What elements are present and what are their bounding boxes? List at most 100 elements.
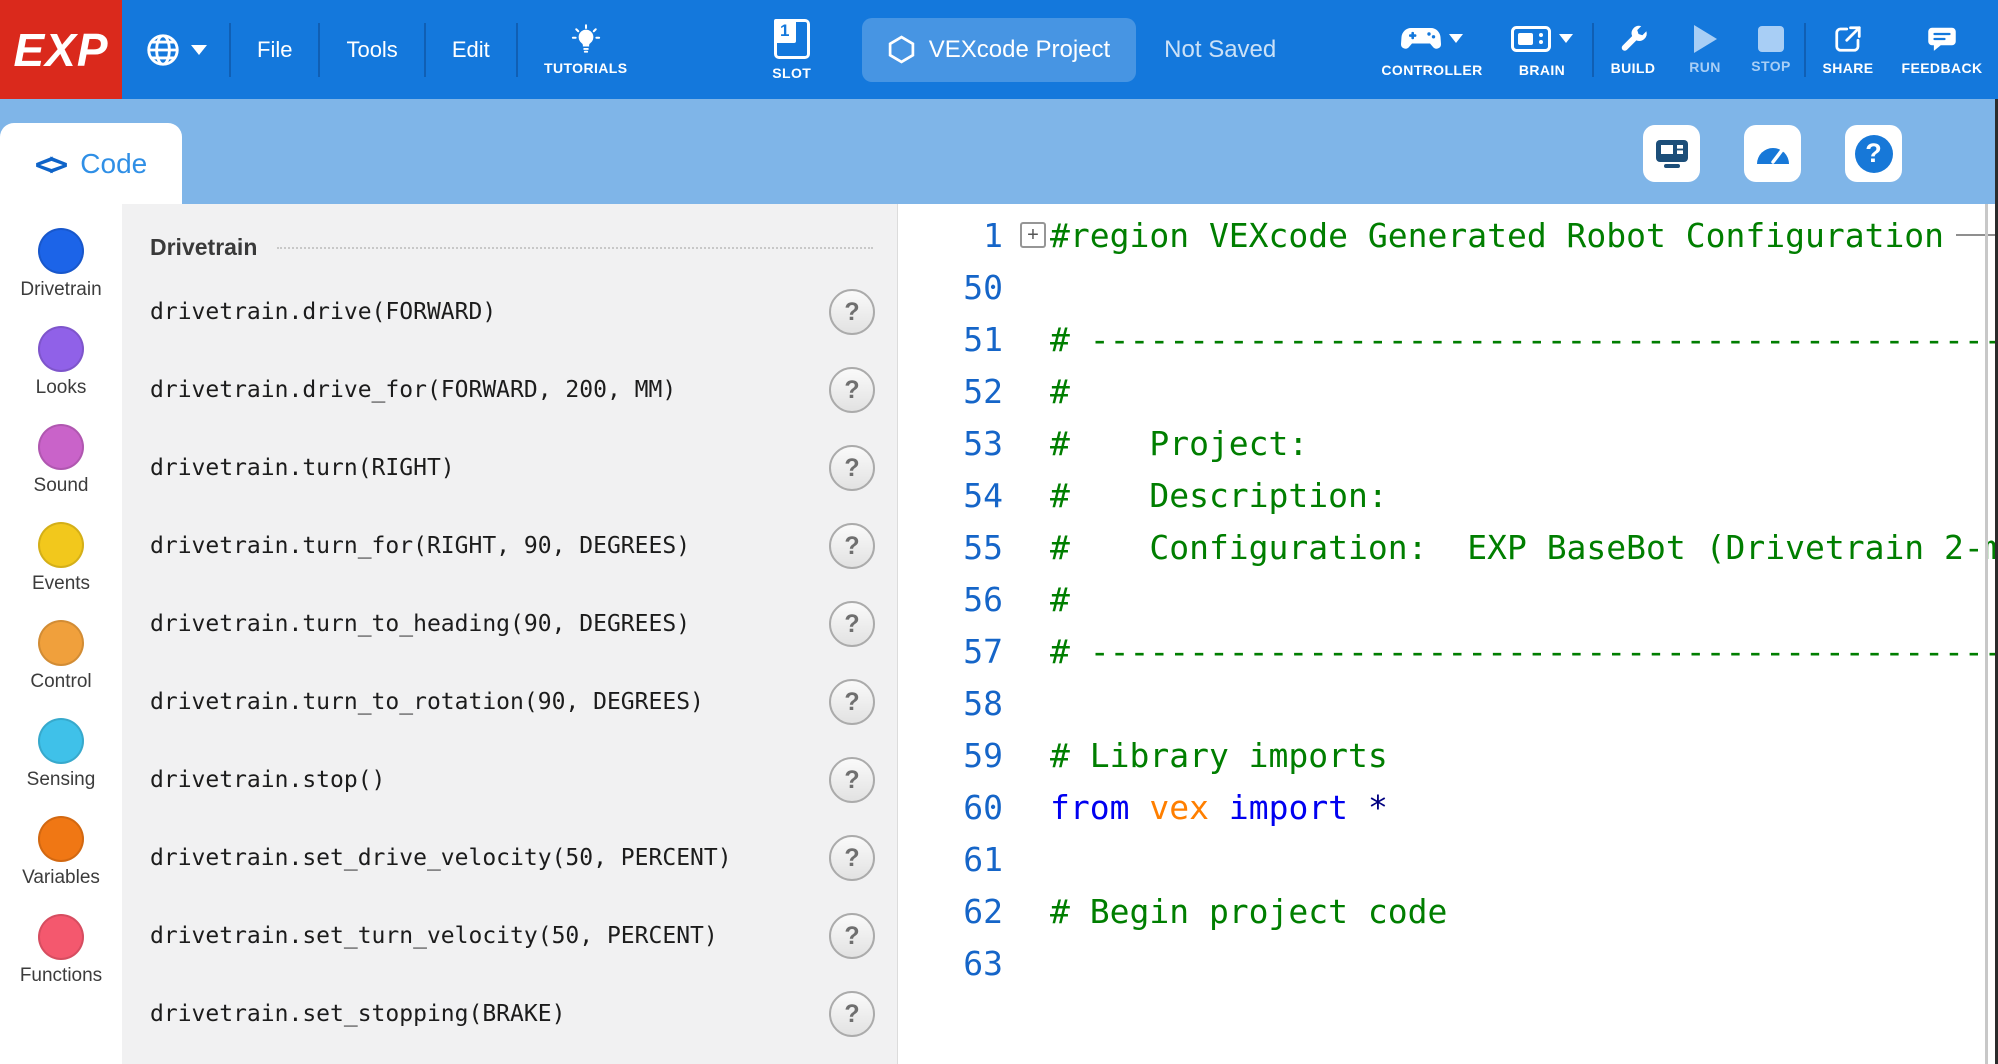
command-help-button[interactable]: ? (829, 679, 875, 725)
fold-expand-icon[interactable]: + (1020, 222, 1046, 248)
command-text[interactable]: drivetrain.turn(RIGHT) (150, 455, 829, 481)
command-row[interactable]: drivetrain.stop()? (150, 741, 897, 819)
category-sound[interactable]: Sound (34, 416, 89, 514)
category-icon-sensing[interactable] (38, 718, 84, 764)
command-text[interactable]: drivetrain.set_drive_velocity(50, PERCEN… (150, 845, 829, 871)
build-button[interactable]: BUILD (1594, 0, 1672, 99)
category-icon-drivetrain[interactable] (38, 228, 84, 274)
tutorials-button[interactable]: TUTORIALS (526, 0, 646, 99)
category-icon-control[interactable] (38, 620, 84, 666)
slot-button[interactable]: 1 SLOT (750, 0, 834, 99)
category-sensing[interactable]: Sensing (27, 710, 96, 808)
line-number: 61 (898, 840, 1003, 879)
command-help-button[interactable]: ? (829, 835, 875, 881)
command-row[interactable]: drivetrain.turn_for(RIGHT, 90, DEGREES)? (150, 507, 897, 585)
category-label: Looks (36, 377, 87, 399)
code-brackets-icon: <> (35, 145, 69, 183)
category-events[interactable]: Events (32, 514, 90, 612)
command-help-button[interactable]: ? (829, 367, 875, 413)
command-row[interactable]: drivetrain.drive(FORWARD)? (150, 273, 897, 351)
tab-code-label: Code (80, 148, 147, 180)
help-button[interactable]: ? (1845, 125, 1902, 182)
command-panel: Drivetrain drivetrain.drive(FORWARD)?dri… (122, 204, 898, 1064)
command-help-button[interactable]: ? (829, 601, 875, 647)
line-body: # Library imports (1050, 736, 1998, 775)
category-looks[interactable]: Looks (36, 318, 87, 416)
code-token: # Configuration: EXP BaseBot (Drivetrain… (1050, 528, 1998, 567)
monitor-button[interactable] (1744, 125, 1801, 182)
line-number: 57 (898, 632, 1003, 671)
brain-label: BRAIN (1519, 62, 1565, 78)
code-editor[interactable]: 1+#region VEXcode Generated Robot Config… (898, 204, 1998, 1064)
command-text[interactable]: drivetrain.set_turn_velocity(50, PERCENT… (150, 923, 829, 949)
project-name-button[interactable]: VEXcode Project (862, 18, 1136, 82)
command-row[interactable]: drivetrain.turn_to_rotation(90, DEGREES)… (150, 663, 897, 741)
exp-logo-text: EXP (13, 23, 108, 77)
command-row[interactable]: drivetrain.set_stopping(BRAKE)? (150, 975, 897, 1053)
command-row[interactable]: drivetrain.set_turn_velocity(50, PERCENT… (150, 897, 897, 975)
controller-dropdown[interactable]: CONTROLLER (1372, 0, 1492, 99)
command-text[interactable]: drivetrain.turn_for(RIGHT, 90, DEGREES) (150, 533, 829, 559)
category-variables[interactable]: Variables (22, 808, 100, 906)
category-drivetrain[interactable]: Drivetrain (20, 220, 101, 318)
brain-dropdown[interactable]: BRAIN (1492, 0, 1592, 99)
line-number: 58 (898, 684, 1003, 723)
share-label: SHARE (1822, 60, 1873, 76)
run-button[interactable]: RUN (1672, 0, 1738, 99)
tab-code[interactable]: <> Code (0, 123, 182, 204)
editor-scrollbar[interactable] (1985, 204, 1988, 1064)
category-functions[interactable]: Functions (20, 906, 102, 1004)
share-icon (1833, 24, 1863, 54)
category-icon-sound[interactable] (38, 424, 84, 470)
command-row[interactable]: drivetrain.drive_for(FORWARD, 200, MM)? (150, 351, 897, 429)
line-body: # Configuration: EXP BaseBot (Drivetrain… (1050, 528, 1998, 567)
command-category-header: Drivetrain (150, 234, 897, 261)
command-text[interactable]: drivetrain.stop() (150, 767, 829, 793)
category-icon-functions[interactable] (38, 914, 84, 960)
menu-tools[interactable]: Tools (320, 0, 423, 99)
device-info-button[interactable] (1643, 125, 1700, 182)
code-line: 63 (898, 937, 1998, 989)
share-button[interactable]: SHARE (1806, 0, 1890, 99)
line-number: 59 (898, 736, 1003, 775)
stop-label: STOP (1751, 58, 1790, 74)
command-text[interactable]: drivetrain.turn_to_heading(90, DEGREES) (150, 611, 829, 637)
category-icon-variables[interactable] (38, 816, 84, 862)
line-body: from vex import * (1050, 788, 1998, 827)
command-help-button[interactable]: ? (829, 757, 875, 803)
code-token: #region VEXcode Generated Robot Configur… (1050, 216, 1944, 255)
gauge-icon (1754, 139, 1792, 169)
category-icon-events[interactable] (38, 522, 84, 568)
chevron-down-icon (191, 45, 207, 55)
command-text[interactable]: drivetrain.set_stopping(BRAKE) (150, 1001, 829, 1027)
code-token: # (1050, 580, 1070, 619)
category-icon-looks[interactable] (38, 326, 84, 372)
editor-toolbar-buttons: ? (1643, 125, 1902, 182)
code-line: 55 # Configuration: EXP BaseBot (Drivetra… (898, 521, 1998, 573)
stop-button[interactable]: STOP (1738, 0, 1804, 99)
line-number: 56 (898, 580, 1003, 619)
code-line: 62# Begin project code (898, 885, 1998, 937)
command-text[interactable]: drivetrain.drive(FORWARD) (150, 299, 829, 325)
main-area: Drivetrain Looks SoundEventsControlSensing… (0, 204, 1998, 1064)
command-help-button[interactable]: ? (829, 991, 875, 1037)
command-help-button[interactable]: ? (829, 913, 875, 959)
command-row[interactable]: drivetrain.set_drive_velocity(50, PERCEN… (150, 819, 897, 897)
category-control[interactable]: Control (30, 612, 91, 710)
menu-file[interactable]: File (231, 0, 318, 99)
command-row[interactable]: drivetrain.turn_to_heading(90, DEGREES)? (150, 585, 897, 663)
command-text[interactable]: drivetrain.turn_to_rotation(90, DEGREES) (150, 689, 829, 715)
collapsed-region-line (1956, 234, 1998, 236)
command-help-button[interactable]: ? (829, 445, 875, 491)
command-help-button[interactable]: ? (829, 289, 875, 335)
command-row[interactable]: drivetrain.turn(RIGHT)? (150, 429, 897, 507)
feedback-button[interactable]: FEEDBACK (1890, 0, 1994, 99)
command-text[interactable]: drivetrain.drive_for(FORWARD, 200, MM) (150, 377, 829, 403)
code-token (1348, 788, 1368, 827)
command-help-button[interactable]: ? (829, 523, 875, 569)
menu-edit[interactable]: Edit (426, 0, 516, 99)
language-select[interactable] (122, 0, 229, 99)
code-token: # Begin project code (1050, 892, 1447, 931)
line-number: 55 (898, 528, 1003, 567)
build-label: BUILD (1611, 60, 1656, 76)
